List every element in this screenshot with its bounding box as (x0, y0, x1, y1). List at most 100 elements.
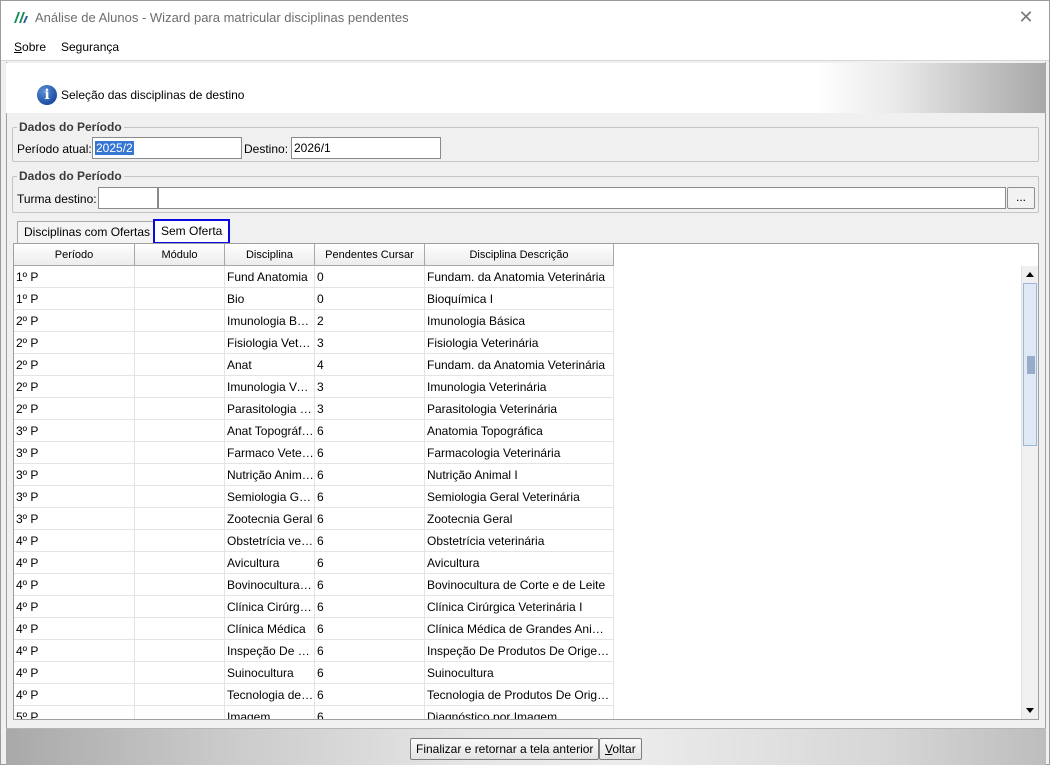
cell-disciplina: Avicultura (225, 552, 315, 574)
cell-periodo: 1º P (14, 266, 135, 288)
cell-modulo (135, 508, 225, 530)
cell-modulo (135, 464, 225, 486)
periodo-atual-field[interactable]: 2025/2 (92, 137, 242, 159)
cell-pendentes: 2 (315, 310, 425, 332)
cell-pendentes: 6 (315, 574, 425, 596)
column-header-disciplina[interactable]: Disciplina (225, 244, 315, 266)
menu-seguranca[interactable]: Segurança (61, 40, 119, 54)
cell-modulo (135, 288, 225, 310)
cell-descricao: Bioquímica I (425, 288, 614, 310)
table-row[interactable]: 4º P Suinocultura 6 Suinocultura (14, 662, 1022, 684)
cell-modulo (135, 420, 225, 442)
cell-descricao: Semiologia Geral Veterinária (425, 486, 614, 508)
cell-pendentes: 0 (315, 266, 425, 288)
cell-disciplina: Anat Topográfica (225, 420, 315, 442)
cell-disciplina: Fund Anatomia (225, 266, 315, 288)
table-row[interactable]: 2º P Imunologia Veterinária3Imunologia Ve… (14, 376, 1022, 398)
cell-periodo: 4º P (14, 530, 135, 552)
finish-button[interactable]: Finalizar e retornar a tela anterior (410, 738, 600, 760)
table-row[interactable]: 4º P Bovinocultura de Corte6Bovinocultura… (14, 574, 1022, 596)
table-row[interactable]: 1º P Bio 0 Bioquímica I (14, 288, 1022, 310)
table-row[interactable]: 4º P Avicultura 6 Avicultura (14, 552, 1022, 574)
step-banner: i Seleção das disciplinas de destino (6, 63, 1046, 113)
cell-pendentes: 4 (315, 354, 425, 376)
cell-periodo: 2º P (14, 310, 135, 332)
cell-pendentes: 6 (315, 684, 425, 706)
cell-pendentes: 6 (315, 596, 425, 618)
cell-periodo: 4º P (14, 552, 135, 574)
cell-descricao: Zootecnia Geral (425, 508, 614, 530)
column-header-pendentes[interactable]: Pendentes Cursar (315, 244, 425, 266)
cell-disciplina: Inspeção De Produtos (225, 640, 315, 662)
app-logo-icon (14, 12, 28, 23)
table-row[interactable]: 4º P Clínica Médica 6 Clínica Médica de Gra… (14, 618, 1022, 640)
cell-descricao: Imunologia Básica (425, 310, 614, 332)
table-row[interactable]: 3º P Semiologia Geral 6 Semiologia Geral Ve… (14, 486, 1022, 508)
back-button[interactable]: Voltar (599, 738, 642, 760)
cell-periodo: 2º P (14, 354, 135, 376)
cell-descricao: Bovinocultura de Corte e de Leite (425, 574, 614, 596)
cell-disciplina: Bio (225, 288, 315, 310)
cell-descricao: Clínica Médica de Grandes Animais (425, 618, 614, 640)
tab-sem-oferta[interactable]: Sem Oferta (153, 219, 231, 244)
close-button[interactable]: ✕ (1003, 1, 1049, 33)
cell-descricao: Farmacologia Veterinária (425, 442, 614, 464)
cell-pendentes: 6 (315, 486, 425, 508)
cell-descricao: Fisiologia Veterinária (425, 332, 614, 354)
column-header-modulo[interactable]: Módulo (135, 244, 225, 266)
vertical-scrollbar[interactable] (1021, 266, 1038, 719)
table-row[interactable]: 3º P Zootecnia Geral 6 Zootecnia Geral (14, 508, 1022, 530)
scroll-up-icon[interactable] (1022, 266, 1038, 283)
table-row[interactable]: 4º P Tecnologia de Produtos6Tecnologia de… (14, 684, 1022, 706)
cell-disciplina: Imunologia Veterinária (225, 376, 315, 398)
scroll-thumb[interactable] (1023, 283, 1037, 446)
cell-modulo (135, 530, 225, 552)
cell-periodo: 3º P (14, 420, 135, 442)
disciplinas-grid: Período Módulo Disciplina Pendentes Curs… (13, 243, 1039, 720)
table-row[interactable]: 3º P Anat Topográfica 6 Anatomia Topográfic… (14, 420, 1022, 442)
cell-periodo: 3º P (14, 442, 135, 464)
tab-disciplinas-com-ofertas[interactable]: Disciplinas com Ofertas (17, 221, 158, 243)
cell-pendentes: 3 (315, 398, 425, 420)
table-row[interactable]: 4º P Obstetrícia veterinária6 Obstetríci… (14, 530, 1022, 552)
table-row[interactable]: 1º P Fund Anatomia 0 Fundam. da Anatomia Ve… (14, 266, 1022, 288)
cell-disciplina: Semiologia Geral (225, 486, 315, 508)
cell-disciplina: Imunologia Básica (225, 310, 315, 332)
cell-modulo (135, 354, 225, 376)
table-row[interactable]: 5º P Imagem 6 Diagnóstico por Imagem (14, 706, 1022, 719)
cell-modulo (135, 596, 225, 618)
table-row[interactable]: 2º P Imunologia Básica2 Imunologia Básic… (14, 310, 1022, 332)
browse-turma-button[interactable]: ... (1007, 187, 1035, 209)
menu-sobre[interactable]: Sobre (14, 40, 46, 54)
table-row[interactable]: 2º P Fisiologia Veterinária3Fisiologia Ve… (14, 332, 1022, 354)
cell-descricao: Nutrição Animal I (425, 464, 614, 486)
column-header-descricao[interactable]: Disciplina Descrição (425, 244, 614, 266)
table-row[interactable]: 3º P Nutrição Animal I 6 Nutrição Animal I (14, 464, 1022, 486)
turma-code-field[interactable] (98, 187, 158, 209)
cell-modulo (135, 266, 225, 288)
window-title: Análise de Alunos - Wizard para matricul… (35, 10, 409, 25)
table-row[interactable]: 3º P Farmaco Veterinária6Farmacologia Vet… (14, 442, 1022, 464)
cell-disciplina: Clínica Cirúrgica (225, 596, 315, 618)
destino-label: Destino: (244, 142, 289, 156)
turma-name-field[interactable] (158, 187, 1006, 209)
cell-periodo: 4º P (14, 662, 135, 684)
scroll-down-icon[interactable] (1022, 702, 1038, 719)
cell-disciplina: Clínica Médica (225, 618, 315, 640)
table-row[interactable]: 2º P Parasitologia Veterinária3Parasitolo… (14, 398, 1022, 420)
cell-pendentes: 6 (315, 508, 425, 530)
table-row[interactable]: 4º P Clínica Cirúrgica 6 Clínica Cirúrgica … (14, 596, 1022, 618)
cell-disciplina: Bovinocultura de Corte (225, 574, 315, 596)
table-row[interactable]: 2º P Anat 4 Fundam. da Anatomia Veterinária (14, 354, 1022, 376)
column-header-periodo[interactable]: Período (14, 244, 135, 266)
turma-group-title: Dados do Período (17, 169, 124, 183)
table-row[interactable]: 4º P Inspeção De Produtos6Inspeção De Pro… (14, 640, 1022, 662)
cell-periodo: 5º P (14, 706, 135, 719)
destino-field[interactable]: 2026/1 (291, 137, 441, 159)
menu-sobre-accel: S (14, 40, 23, 54)
grid-header: Período Módulo Disciplina Pendentes Curs… (14, 244, 614, 266)
cell-pendentes: 0 (315, 288, 425, 310)
cell-pendentes: 6 (315, 552, 425, 574)
cell-descricao: Avicultura (425, 552, 614, 574)
cell-disciplina: Parasitologia Veterinária (225, 398, 315, 420)
